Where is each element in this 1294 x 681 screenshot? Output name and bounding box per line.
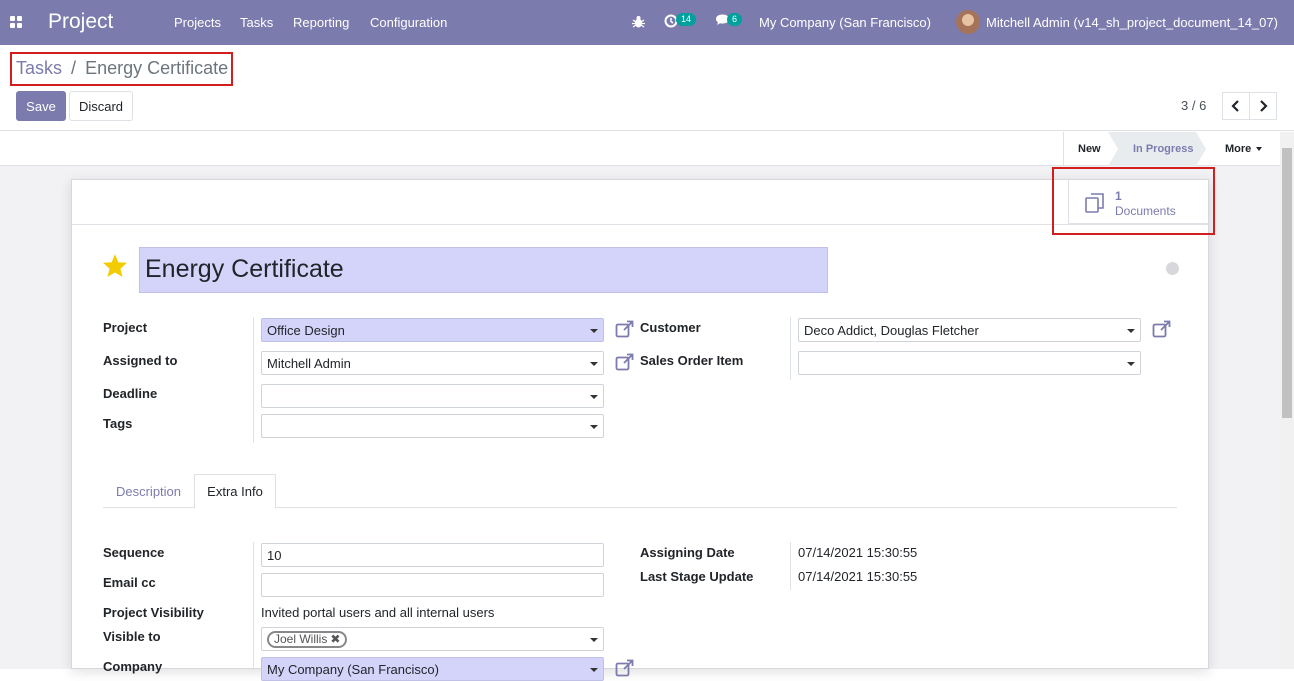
top-navbar: Project Projects Tasks Reporting Configu… <box>0 0 1294 45</box>
company-value: My Company (San Francisco) <box>267 662 439 677</box>
sequence-label: Sequence <box>103 545 165 560</box>
assigned-to-select[interactable]: Mitchell Admin <box>261 351 604 375</box>
pager-next-button[interactable] <box>1249 92 1277 120</box>
remove-tag-icon[interactable]: ✖ <box>330 632 340 646</box>
pager-value[interactable]: 3 / 6 <box>1181 98 1206 113</box>
activity-badge: 14 <box>676 13 697 26</box>
deadline-label: Deadline <box>103 386 158 401</box>
extra-right-divider <box>790 542 791 590</box>
visible-to-select[interactable]: Joel Willis ✖ <box>261 627 604 651</box>
bug-icon[interactable] <box>632 15 645 29</box>
caret-down-icon <box>1127 329 1135 333</box>
visible-to-label: Visible to <box>103 629 161 644</box>
company-select[interactable]: My Company (San Francisco) <box>261 657 604 681</box>
assigned-to-label: Assigned to <box>103 353 178 368</box>
stage-in-progress[interactable]: In Progress <box>1133 132 1194 166</box>
discard-button[interactable]: Discard <box>69 91 133 121</box>
project-visibility-value: Invited portal users and all internal us… <box>261 605 495 620</box>
assigning-date-value: 07/14/2021 15:30:55 <box>798 545 918 560</box>
assigned-to-value: Mitchell Admin <box>267 356 351 371</box>
stage-more-label: More <box>1225 143 1252 155</box>
app-title[interactable]: Project <box>48 10 113 34</box>
scrollbar-thumb[interactable] <box>1282 148 1292 418</box>
assigning-date-label: Assigning Date <box>640 545 735 560</box>
button-box-divider <box>72 224 1210 225</box>
tab-extra-info[interactable]: Extra Info <box>194 474 276 509</box>
customer-select[interactable]: Deco Addict, Douglas Fletcher <box>798 318 1141 342</box>
statusbar-divider <box>1063 132 1064 166</box>
external-link-icon[interactable] <box>615 320 635 338</box>
email-cc-label: Email cc <box>103 575 156 590</box>
messages-badge: 6 <box>727 13 743 26</box>
extra-label-divider <box>253 542 254 670</box>
menu-tasks[interactable]: Tasks <box>240 15 273 30</box>
user-avatar[interactable] <box>956 10 980 34</box>
notebook-tabs: Description Extra Info <box>103 474 1177 509</box>
tab-description[interactable]: Description <box>103 474 194 508</box>
sequence-value: 10 <box>267 548 282 563</box>
apps-grid-icon[interactable] <box>10 16 22 28</box>
stage-more-dropdown[interactable]: More <box>1225 132 1263 166</box>
caret-down-icon <box>590 362 598 366</box>
deadline-input[interactable] <box>261 384 604 408</box>
task-title-input[interactable]: Energy Certificate <box>139 247 828 293</box>
chevron-left-icon <box>1231 100 1239 112</box>
caret-down-icon <box>590 425 598 429</box>
last-stage-update-value: 07/14/2021 15:30:55 <box>798 569 918 584</box>
menu-projects[interactable]: Projects <box>174 15 221 30</box>
stage-new[interactable]: New <box>1078 132 1101 166</box>
external-link-icon[interactable] <box>1152 320 1172 338</box>
user-menu[interactable]: Mitchell Admin (v14_sh_project_document_… <box>986 15 1278 30</box>
caret-down-icon <box>590 638 598 642</box>
visible-to-tag-label: Joel Willis <box>274 632 328 646</box>
caret-down-icon <box>590 395 598 399</box>
project-select[interactable]: Office Design <box>261 318 604 342</box>
external-link-icon[interactable] <box>615 659 635 677</box>
sales-order-item-select[interactable] <box>798 351 1141 375</box>
caret-down-icon <box>1127 362 1135 366</box>
caret-down-icon <box>590 329 598 333</box>
status-bar: New In Progress More <box>0 132 1280 166</box>
breadcrumb-highlight <box>10 52 233 86</box>
caret-down-icon <box>1256 147 1263 151</box>
email-cc-input[interactable] <box>261 573 604 597</box>
menu-reporting[interactable]: Reporting <box>293 15 349 30</box>
documents-highlight <box>1052 167 1215 235</box>
last-stage-update-label: Last Stage Update <box>640 569 754 584</box>
tags-select[interactable] <box>261 414 604 438</box>
project-label: Project <box>103 320 148 335</box>
control-panel: Tasks / Energy Certificate Save Discard … <box>0 45 1294 131</box>
save-button[interactable]: Save <box>16 91 66 121</box>
project-value: Office Design <box>267 323 345 338</box>
project-visibility-label: Project Visibility <box>103 605 204 620</box>
favorite-star-icon[interactable] <box>102 253 128 278</box>
customer-value: Deco Addict, Douglas Fletcher <box>804 323 979 338</box>
company-label: Company <box>103 659 163 674</box>
external-link-icon[interactable] <box>615 353 635 371</box>
menu-configuration[interactable]: Configuration <box>370 15 447 30</box>
form-sheet: 1 Documents Energy Certificate Project A… <box>71 179 1210 681</box>
left-label-divider <box>253 317 254 443</box>
chevron-right-icon <box>1260 100 1268 112</box>
visible-to-tag[interactable]: Joel Willis ✖ <box>267 631 348 648</box>
customer-label: Customer <box>640 320 701 335</box>
sales-order-item-label: Sales Order Item <box>640 353 744 368</box>
company-switcher[interactable]: My Company (San Francisco) <box>759 15 931 30</box>
tags-label: Tags <box>103 416 133 431</box>
kanban-state-dot[interactable] <box>1166 262 1179 275</box>
right-label-divider <box>790 317 791 380</box>
sequence-input[interactable]: 10 <box>261 543 604 567</box>
pager-previous-button[interactable] <box>1222 92 1250 120</box>
